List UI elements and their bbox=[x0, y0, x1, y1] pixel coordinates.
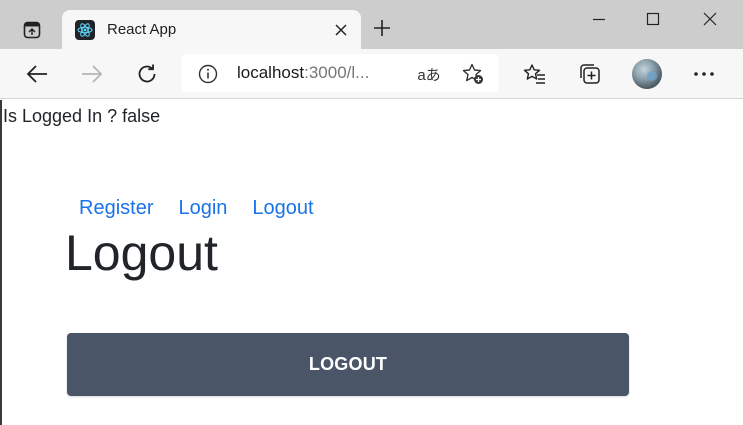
close-icon[interactable] bbox=[331, 20, 351, 40]
collections-icon bbox=[580, 64, 600, 84]
info-icon[interactable] bbox=[197, 63, 219, 85]
forward-button[interactable] bbox=[77, 59, 107, 89]
browser-titlebar: React App bbox=[0, 0, 743, 49]
url-host: localhost bbox=[237, 63, 305, 82]
minimize-icon bbox=[593, 18, 605, 21]
nav-link-register[interactable]: Register bbox=[79, 196, 153, 220]
url-path: :3000/l... bbox=[304, 63, 370, 82]
new-tab-button[interactable] bbox=[368, 14, 396, 42]
main-nav: Register Login Logout bbox=[79, 196, 339, 220]
close-window-button[interactable] bbox=[695, 4, 725, 34]
read-aloud-icon[interactable]: aあ bbox=[417, 63, 441, 85]
nav-link-login[interactable]: Login bbox=[178, 196, 227, 220]
plus-icon bbox=[374, 20, 390, 36]
browser-toolbar: localhost:3000/l... aあ bbox=[0, 49, 743, 99]
more-button[interactable] bbox=[689, 59, 719, 89]
tab-react-app[interactable]: React App bbox=[62, 10, 361, 49]
refresh-button[interactable] bbox=[132, 59, 162, 89]
address-bar[interactable]: localhost:3000/l... aあ bbox=[181, 54, 499, 92]
window-menu-icon[interactable] bbox=[16, 14, 48, 46]
favorites-list-icon bbox=[523, 64, 545, 84]
url-text[interactable]: localhost:3000/l... bbox=[237, 63, 369, 83]
page-content: Is Logged In ? false Register Login Logo… bbox=[0, 100, 743, 425]
page-title: Logout bbox=[65, 225, 218, 281]
more-horizontal-icon bbox=[694, 72, 714, 76]
refresh-icon bbox=[138, 64, 156, 83]
collections-button[interactable] bbox=[575, 59, 605, 89]
arrow-left-icon bbox=[26, 65, 47, 83]
login-status-text: Is Logged In ? false bbox=[3, 106, 161, 126]
minimize-button[interactable] bbox=[584, 4, 614, 34]
avatar[interactable] bbox=[632, 59, 662, 89]
arrow-right-icon bbox=[82, 65, 103, 83]
close-icon bbox=[703, 12, 717, 26]
maximize-button[interactable] bbox=[638, 4, 668, 34]
favorites-button[interactable] bbox=[520, 59, 550, 89]
maximize-icon bbox=[646, 12, 660, 26]
logout-button[interactable]: LOGOUT bbox=[67, 333, 629, 396]
star-plus-icon[interactable] bbox=[461, 62, 485, 86]
back-button[interactable] bbox=[22, 59, 52, 89]
react-logo-icon bbox=[75, 20, 95, 40]
nav-link-logout[interactable]: Logout bbox=[252, 196, 313, 220]
tab-title: React App bbox=[107, 21, 177, 38]
